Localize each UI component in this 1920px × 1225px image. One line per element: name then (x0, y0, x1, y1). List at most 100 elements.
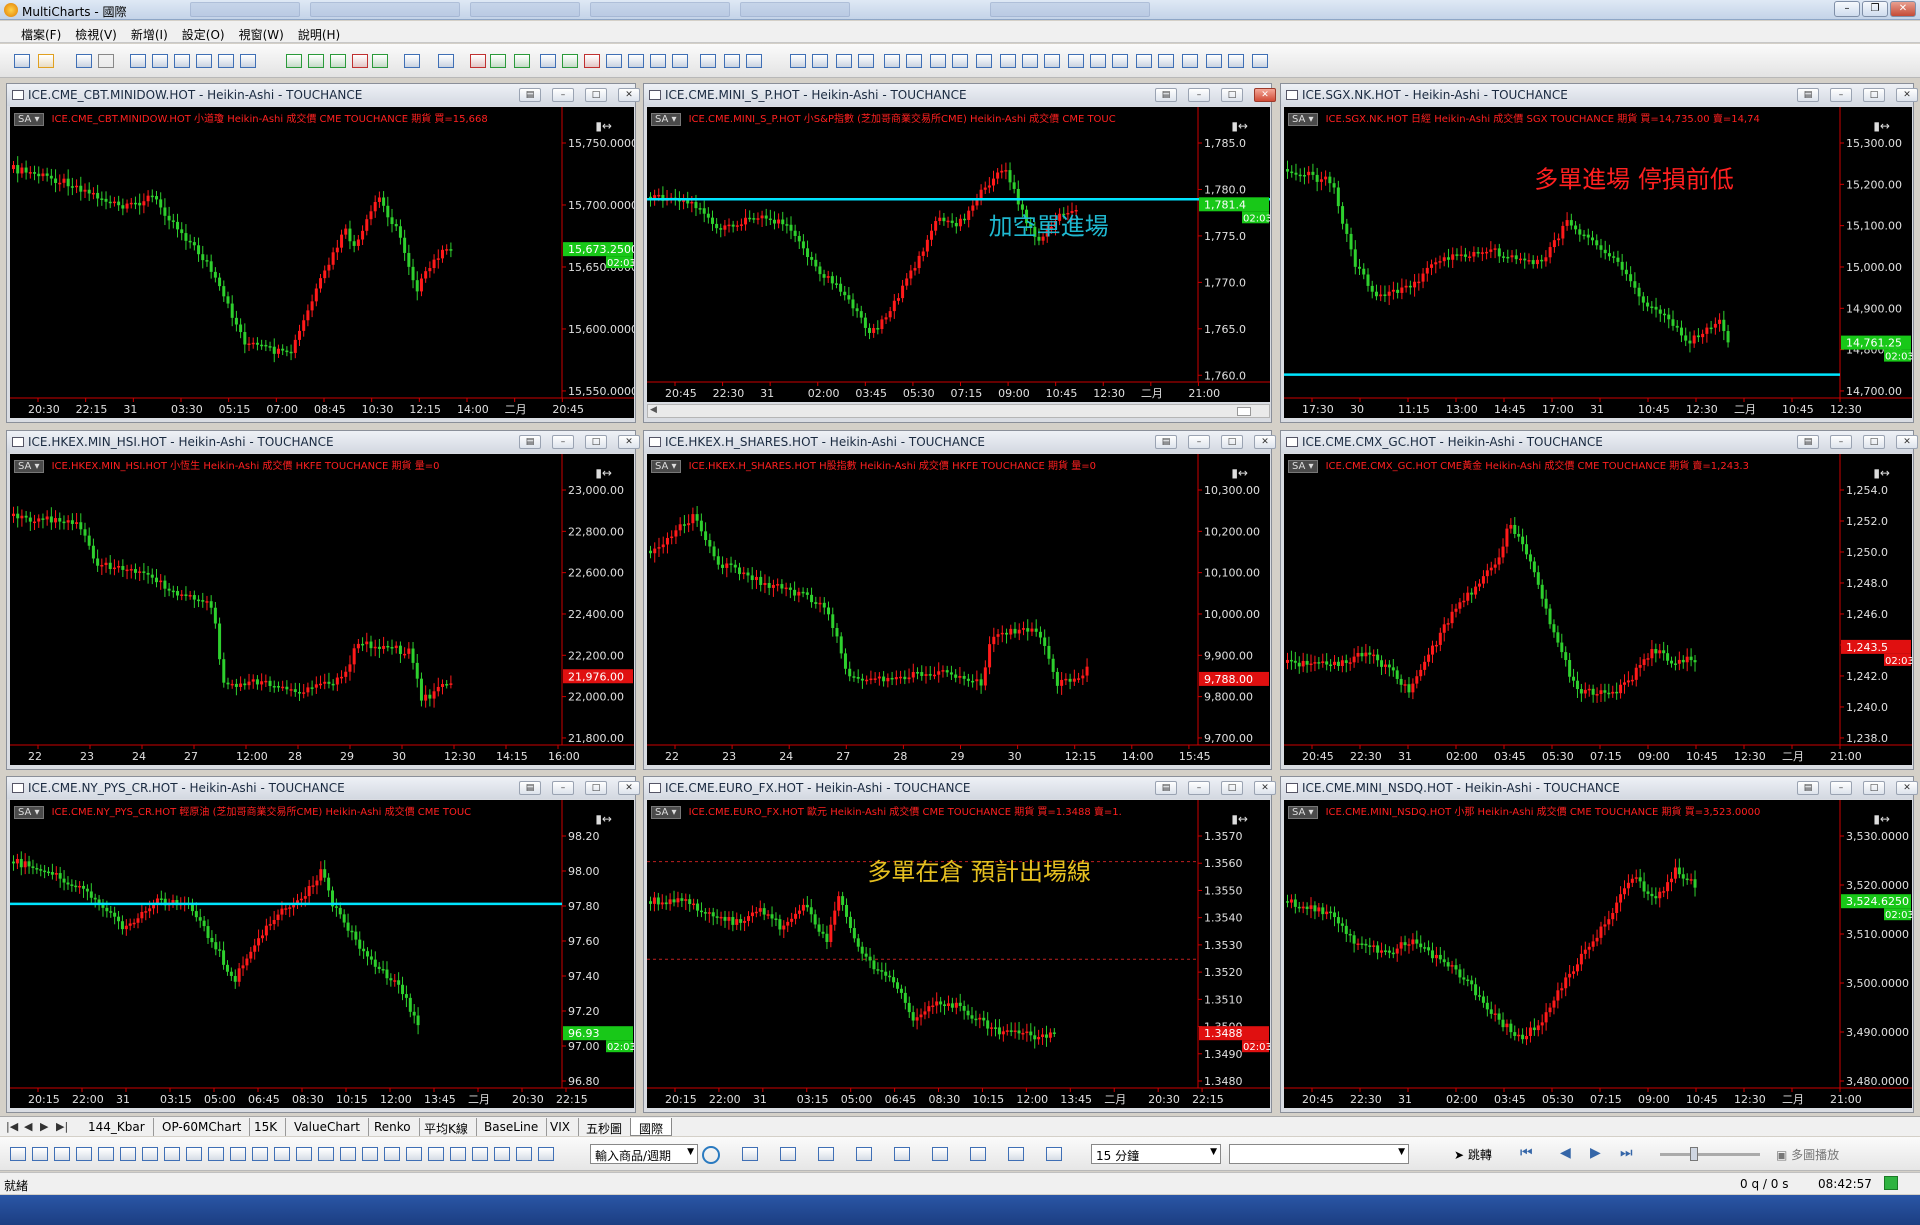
drawing-tool-icon[interactable] (516, 1147, 532, 1161)
interval-combo[interactable]: 15 分鐘 ▼ (1091, 1144, 1221, 1164)
drawing-tool-icon[interactable] (340, 1147, 356, 1161)
chart-minimize-button[interactable]: – (1830, 435, 1852, 449)
toolbar-tool-icon[interactable] (540, 54, 556, 68)
toolbar-tool-icon[interactable] (1112, 54, 1128, 68)
chart-maximize-button[interactable]: □ (1221, 88, 1243, 102)
drawing-tool-icon[interactable] (384, 1147, 400, 1161)
chart-window[interactable]: ICE.CME.CMX_GC.HOT - Heikin-Ashi - TOUCH… (1280, 430, 1918, 770)
drawing-tool-icon[interactable] (494, 1147, 510, 1161)
toolbar-tool-icon[interactable] (1090, 54, 1106, 68)
toolbar-tool-icon[interactable] (790, 54, 806, 68)
toolbar-tool-icon[interactable] (38, 54, 54, 68)
toolbar-tool-icon[interactable] (976, 54, 992, 68)
chart-text-annotation[interactable]: 多單在倉 預計出場線 (867, 858, 1091, 886)
play-icon[interactable]: ▶ (1590, 1145, 1601, 1161)
chart-minimize-button[interactable]: – (1830, 88, 1852, 102)
toolbar-tool-icon[interactable] (628, 54, 644, 68)
drawing-tool-icon[interactable] (742, 1147, 758, 1161)
toolbar-tool-icon[interactable] (812, 54, 828, 68)
toolbar-tool-icon[interactable] (286, 54, 302, 68)
menu-item-3[interactable]: 設定(O) (175, 21, 232, 42)
menu-item-5[interactable]: 說明(H) (291, 21, 347, 42)
chart-window[interactable]: ICE.CME.MINI_NSDQ.HOT - Heikin-Ashi - TO… (1280, 776, 1918, 1113)
drawing-tool-icon[interactable] (1046, 1147, 1062, 1161)
rewind-icon[interactable]: ⏮ (1520, 1145, 1533, 1161)
toolbar-tool-icon[interactable] (1068, 54, 1084, 68)
play-back-icon[interactable]: ◀ (1560, 1145, 1571, 1161)
chart-canvas[interactable]: 98.20 98.00 97.80 97.60 97.40 97.20 97.00 96.80… (10, 800, 634, 1108)
toolbar-tool-icon[interactable] (404, 54, 420, 68)
toolbar-tool-icon[interactable] (1022, 54, 1038, 68)
toolbar-tool-icon[interactable] (1000, 54, 1016, 68)
chart-close-button[interactable]: ✕ (1896, 88, 1918, 102)
chart-window-title-bar[interactable]: ICE.HKEX.H_SHARES.HOT - Heikin-Ashi - TO… (644, 431, 1276, 453)
minimize-button[interactable]: – (1834, 1, 1860, 17)
drawing-tool-icon[interactable] (54, 1147, 70, 1161)
chart-canvas[interactable]: 10,300.00 10,200.00 10,100.00 10,000.00 9,90… (647, 454, 1270, 765)
toolbar-tool-icon[interactable] (1158, 54, 1174, 68)
chart-minimize-button[interactable]: – (552, 435, 574, 449)
sa-badge[interactable]: SA ▾ (1288, 113, 1318, 126)
drawing-tool-icon[interactable] (186, 1147, 202, 1161)
chart-window[interactable]: ICE.CME_CBT.MINIDOW.HOT - Heikin-Ashi - … (6, 83, 640, 423)
tab-last-icon[interactable]: ▶| (56, 1120, 68, 1133)
fast-forward-icon[interactable]: ⏭ (1620, 1145, 1633, 1161)
toolbar-tool-icon[interactable] (906, 54, 922, 68)
toolbar-tool-icon[interactable] (196, 54, 212, 68)
chart-close-button[interactable]: ✕ (618, 435, 640, 449)
target-icon[interactable] (702, 1146, 720, 1164)
chart-window[interactable]: ICE.SGX.NK.HOT - Heikin-Ashi - TOUCHANCE… (1280, 83, 1918, 423)
toolbar-tool-icon[interactable] (218, 54, 234, 68)
chart-maximize-button[interactable]: □ (1221, 435, 1243, 449)
toolbar-tool-icon[interactable] (308, 54, 324, 68)
sa-badge[interactable]: SA ▾ (14, 460, 44, 473)
chart-plot-area[interactable]: 1,254.01,252.01,250.01,248.01,246.01,244… (1284, 454, 1912, 765)
chart-close-button[interactable]: ✕ (618, 88, 640, 102)
toolbar-tool-icon[interactable] (858, 54, 874, 68)
drawing-tool-icon[interactable] (98, 1147, 114, 1161)
chart-maximize-button[interactable]: □ (1863, 88, 1885, 102)
chart-plot-area[interactable]: 15,750.0000 15,700.0000 15,650.0000 15,600.… (10, 107, 634, 418)
chart-canvas[interactable]: 1,785.0 1,780.0 1,775.0 1,770.0 1,765.0 1,760… (647, 107, 1270, 402)
chart-window-title-bar[interactable]: ICE.CME_CBT.MINIDOW.HOT - Heikin-Ashi - … (7, 84, 640, 106)
tracking-cursor-icon[interactable]: ▮↔ (1231, 466, 1248, 480)
chart-maximize-button[interactable]: □ (1863, 781, 1885, 795)
drawing-tool-icon[interactable] (450, 1147, 466, 1161)
tab-9[interactable]: 國際 (630, 1118, 673, 1136)
toolbar-tool-icon[interactable] (836, 54, 852, 68)
toolbar-tool-icon[interactable] (1252, 54, 1268, 68)
sa-badge[interactable]: SA ▾ (14, 806, 44, 819)
date-field[interactable]: ▼ (1229, 1144, 1409, 1164)
drawing-tool-icon[interactable] (164, 1147, 180, 1161)
chart-settings-button[interactable]: ▤ (519, 781, 541, 795)
tab-0[interactable]: 144_Kbar (80, 1118, 154, 1136)
chart-canvas[interactable]: 15,750.000015,700.000015,650.000015,600.… (10, 107, 634, 418)
chart-canvas[interactable]: 15,300.00 15,200.00 15,100.00 15,000.00 14,9… (1284, 107, 1912, 418)
chart-window-title-bar[interactable]: ICE.CME.MINI_NSDQ.HOT - Heikin-Ashi - TO… (1281, 777, 1918, 799)
tab-1[interactable]: OP-60MChart (154, 1118, 251, 1136)
drawing-tool-icon[interactable] (856, 1147, 872, 1161)
chart-close-button[interactable]: ✕ (1254, 88, 1276, 102)
chart-plot-area[interactable]: 1.3570 1.3560 1.3550 1.3540 1.3530 1.3520 1.35… (647, 800, 1270, 1108)
chart-minimize-button[interactable]: – (1188, 88, 1210, 102)
chart-settings-button[interactable]: ▤ (1155, 88, 1177, 102)
chart-minimize-button[interactable]: – (552, 88, 574, 102)
chart-horizontal-scrollbar[interactable]: ◀ (647, 404, 1270, 418)
chart-close-button[interactable]: ✕ (1896, 781, 1918, 795)
tracking-cursor-icon[interactable]: ▮↔ (1873, 466, 1890, 480)
drawing-tool-icon[interactable] (120, 1147, 136, 1161)
chart-window-title-bar[interactable]: ICE.SGX.NK.HOT - Heikin-Ashi - TOUCHANCE… (1281, 84, 1918, 106)
toolbar-tool-icon[interactable] (490, 54, 506, 68)
tab-6[interactable]: BaseLine (476, 1118, 548, 1136)
toolbar-tool-icon[interactable] (514, 54, 530, 68)
chart-canvas[interactable]: 1,254.01,252.01,250.01,248.01,246.01,244… (1284, 454, 1912, 765)
tab-5[interactable]: 平均K線 (416, 1118, 477, 1136)
drawing-tool-icon[interactable] (230, 1147, 246, 1161)
chart-window-title-bar[interactable]: ICE.HKEX.MIN_HSI.HOT - Heikin-Ashi - TOU… (7, 431, 640, 453)
drawing-tool-icon[interactable] (538, 1147, 554, 1161)
toolbar-tool-icon[interactable] (470, 54, 486, 68)
toolbar-tool-icon[interactable] (174, 54, 190, 68)
drawing-tool-icon[interactable] (142, 1147, 158, 1161)
sa-badge[interactable]: SA ▾ (14, 113, 44, 126)
chart-plot-area[interactable]: 23,000.00 22,800.00 22,600.00 22,400.00 22,2… (10, 454, 634, 765)
